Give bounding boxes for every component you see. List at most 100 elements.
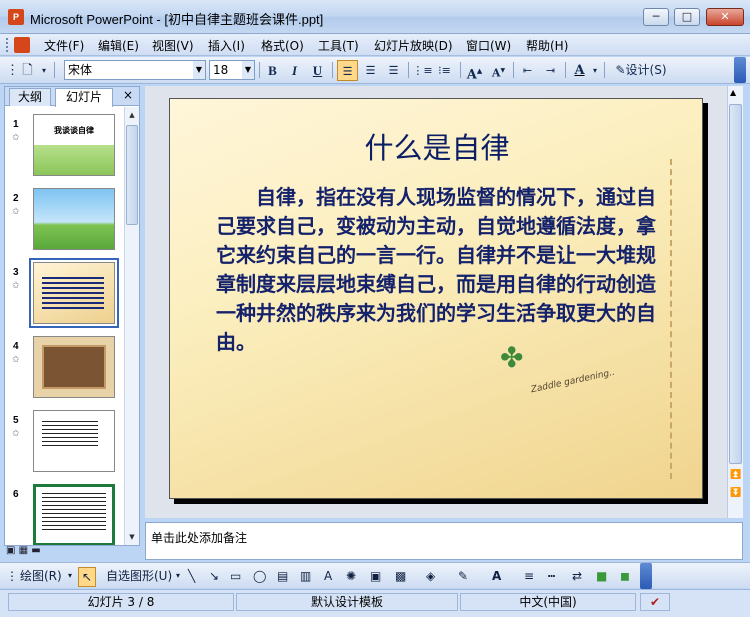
diagram-icon[interactable]: ✺ xyxy=(346,567,356,585)
minimize-button[interactable]: ─ xyxy=(643,8,669,26)
current-slide[interactable]: 什么是自律 自律，指在没有人现场监督的情况下，通过自己要求自己，变被动为主动，自… xyxy=(169,98,703,499)
draw-menu-button[interactable]: 绘图(R) xyxy=(20,567,62,585)
slide-body-text[interactable]: 自律，指在没有人现场监督的情况下，通过自己要求自己，变被动为主动，自觉地遵循法度… xyxy=(216,183,656,357)
increase-font-button[interactable]: A▲ xyxy=(464,60,485,82)
menu-format[interactable]: 格式(O) xyxy=(261,37,304,54)
window-title: Microsoft PowerPoint - [初中自律主题班会课件.ppt] xyxy=(30,12,324,27)
menu-file[interactable]: 文件(F) xyxy=(44,37,84,54)
vertical-textbox-icon[interactable]: ▥ xyxy=(300,567,311,585)
star-icon: ✩ xyxy=(12,133,20,143)
textbox-icon[interactable]: ▤ xyxy=(277,567,288,585)
tab-slides[interactable]: 幻灯片 xyxy=(55,88,113,107)
document-icon[interactable] xyxy=(14,37,30,53)
slideshow-icon[interactable]: ▬ xyxy=(31,545,40,556)
new-icon[interactable]: 🗋 xyxy=(17,60,38,81)
dash-style-icon[interactable]: ┅ xyxy=(548,567,555,585)
line-style-icon[interactable]: ≡ xyxy=(524,567,534,585)
oval-icon[interactable]: ◯ xyxy=(253,567,266,585)
italic-button[interactable]: I xyxy=(284,60,305,81)
increase-indent-button[interactable]: ⇥ xyxy=(540,60,561,81)
maximize-button[interactable]: □ xyxy=(674,8,700,26)
decrease-font-button[interactable]: A▼ xyxy=(488,60,509,81)
menu-tools[interactable]: 工具(T) xyxy=(318,37,359,54)
fill-color-icon[interactable]: ◈ xyxy=(426,567,435,585)
separator xyxy=(513,62,514,78)
slide-thumbnail-6[interactable] xyxy=(33,484,115,545)
slide-thumbnail-4[interactable] xyxy=(33,336,115,398)
chevron-down-icon[interactable]: ▼ xyxy=(193,61,205,79)
separator xyxy=(460,62,461,78)
pane-close-button[interactable]: × xyxy=(123,88,133,102)
line-color-icon[interactable]: ✎ xyxy=(458,567,468,585)
font-size-select[interactable]: 18 ▼ xyxy=(209,60,255,80)
3d-icon[interactable]: ◼ xyxy=(620,567,630,585)
chevron-down-icon[interactable]: ▾ xyxy=(68,567,72,585)
scroll-up-icon[interactable]: ▲ xyxy=(126,108,138,122)
chevron-down-icon[interactable]: ▾ xyxy=(590,60,600,81)
design-icon: ✎ xyxy=(615,63,626,77)
menu-window[interactable]: 窗口(W) xyxy=(466,37,511,54)
arrow-style-icon[interactable]: ⇄ xyxy=(572,567,582,585)
powerpoint-icon[interactable]: P xyxy=(8,9,24,25)
view-buttons: ▣ ▦ ▬ xyxy=(6,545,41,559)
clipart-icon[interactable]: ▣ xyxy=(370,567,381,585)
slide-thumbnail-2[interactable] xyxy=(33,188,115,250)
grip-handle[interactable] xyxy=(6,38,9,52)
slide-thumbnail-5[interactable] xyxy=(33,410,115,472)
font-color-button[interactable]: A xyxy=(569,60,590,81)
scroll-down-icon[interactable]: ▼ xyxy=(126,530,138,544)
rectangle-icon[interactable]: ▭ xyxy=(230,567,241,585)
arrow-icon[interactable]: ↘ xyxy=(209,567,219,585)
decrease-indent-button[interactable]: ⇤ xyxy=(517,60,538,81)
shadow-icon[interactable]: ■ xyxy=(596,567,607,585)
toolbar-options-button[interactable] xyxy=(640,563,652,589)
prev-slide-icon[interactable]: ⏫ xyxy=(730,470,741,480)
scroll-thumb[interactable] xyxy=(126,125,138,225)
separator xyxy=(565,62,566,78)
slide-sorter-icon[interactable]: ▦ xyxy=(19,545,28,556)
slide-thumbnail-3[interactable] xyxy=(29,258,119,328)
grip-handle[interactable]: ⋮ xyxy=(6,60,19,81)
menu-help[interactable]: 帮助(H) xyxy=(526,37,568,54)
scroll-thumb[interactable] xyxy=(729,104,742,464)
notes-pane[interactable]: 单击此处添加备注 xyxy=(145,522,743,560)
scroll-up-icon[interactable]: ▲ xyxy=(730,88,736,97)
font-name-select[interactable]: 宋体 ▼ xyxy=(64,60,206,80)
thumbnail-list: 1 ✩ 我谈谈自律 2 ✩ 3 ✩ 4 ✩ 5 ✩ 6 xyxy=(5,107,123,545)
line-icon[interactable]: ╲ xyxy=(188,567,195,585)
numbering-button[interactable]: ⋮≡ xyxy=(412,60,433,81)
close-button[interactable]: ✕ xyxy=(706,8,744,26)
menu-insert[interactable]: 插入(I) xyxy=(208,37,245,54)
tab-outline[interactable]: 大纲 xyxy=(9,88,51,106)
normal-view-icon[interactable]: ▣ xyxy=(6,545,15,556)
thumbnail-scrollbar[interactable]: ▲ ▼ xyxy=(124,107,139,545)
slide-scrollbar[interactable]: ▲ ⏫ ⏬ xyxy=(727,86,743,518)
align-center-button[interactable]: ☰ xyxy=(360,60,381,81)
spelling-icon[interactable]: ✔ xyxy=(640,593,670,611)
select-pointer-icon[interactable]: ↖ xyxy=(78,567,96,587)
toolbar-options-button[interactable] xyxy=(734,57,746,83)
slide-title[interactable]: 什么是自律 xyxy=(170,125,702,167)
star-icon: ✩ xyxy=(12,207,20,217)
grip-handle[interactable]: ⋮ xyxy=(6,567,18,585)
picture-icon[interactable]: ▩ xyxy=(395,567,406,585)
thumb-text-lines xyxy=(42,493,106,533)
chevron-down-icon[interactable]: ▼ xyxy=(242,61,254,79)
menu-view[interactable]: 视图(V) xyxy=(152,37,194,54)
bullets-button[interactable]: ⁝≡ xyxy=(434,60,455,81)
underline-button[interactable]: U xyxy=(307,60,328,81)
chevron-down-icon[interactable]: ▾ xyxy=(38,60,50,81)
chevron-down-icon[interactable]: ▾ xyxy=(176,567,180,585)
design-button[interactable]: ✎设计(S) xyxy=(610,60,672,81)
slide-thumbnail-1[interactable]: 我谈谈自律 xyxy=(33,114,115,176)
separator xyxy=(54,62,55,78)
next-slide-icon[interactable]: ⏬ xyxy=(730,488,741,498)
wordart-icon[interactable]: A xyxy=(324,567,332,585)
menu-edit[interactable]: 编辑(E) xyxy=(98,37,139,54)
menu-slideshow[interactable]: 幻灯片放映(D) xyxy=(374,37,453,54)
align-right-button[interactable]: ☰ xyxy=(383,60,404,81)
autoshapes-button[interactable]: 自选图形(U) xyxy=(106,567,172,585)
bold-button[interactable]: B xyxy=(262,60,283,81)
align-left-button[interactable]: ☰ xyxy=(337,60,358,81)
font-color-icon[interactable]: A xyxy=(492,567,501,585)
